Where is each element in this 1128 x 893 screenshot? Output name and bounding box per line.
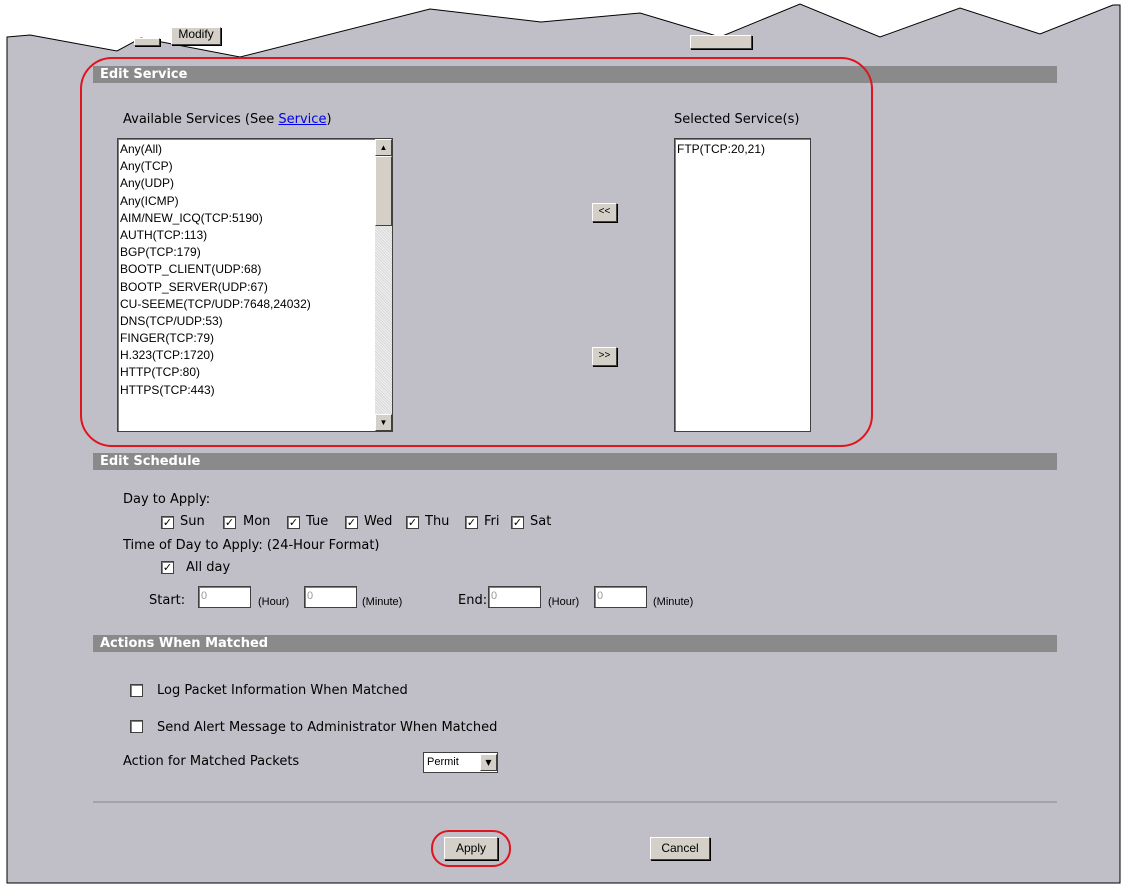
end-hour-input[interactable]: 0 — [488, 586, 541, 608]
action-matched-label: Action for Matched Packets — [123, 754, 300, 769]
send-alert-label: Send Alert Message to Administrator When… — [157, 720, 498, 735]
day-label-sun: Sun — [180, 514, 205, 529]
end-minute-input[interactable]: 0 — [594, 586, 647, 608]
day-checkbox-tue[interactable]: ✓ — [287, 516, 300, 529]
start-label: Start: — [149, 593, 186, 608]
day-checkbox-wed[interactable]: ✓ — [345, 516, 358, 529]
day-checkbox-sat[interactable]: ✓ — [511, 516, 524, 529]
chevron-down-icon[interactable]: ▼ — [480, 754, 497, 771]
day-to-apply-label: Day to Apply: — [123, 492, 211, 507]
day-label-wed: Wed — [364, 514, 393, 529]
end-label: End: — [458, 593, 488, 608]
action-select[interactable]: Permit ▼ — [423, 752, 498, 773]
day-label-sat: Sat — [530, 514, 552, 529]
actions-header: Actions When Matched — [93, 635, 1057, 652]
day-label-fri: Fri — [484, 514, 500, 529]
day-checkbox-thu[interactable]: ✓ — [406, 516, 419, 529]
end-minute-unit: (Minute) — [653, 596, 694, 608]
day-label-tue: Tue — [306, 514, 329, 529]
day-checkbox-fri[interactable]: ✓ — [465, 516, 478, 529]
all-day-label: All day — [186, 560, 231, 575]
apply-highlight — [431, 830, 511, 867]
all-day-checkbox[interactable]: ✓ — [161, 561, 174, 574]
end-hour-unit: (Hour) — [548, 596, 580, 608]
edit-schedule-header: Edit Schedule — [93, 453, 1057, 470]
day-checkbox-sun[interactable]: ✓ — [161, 516, 174, 529]
modify-button[interactable]: Modify — [171, 27, 221, 45]
partial-left-button[interactable] — [134, 38, 160, 46]
log-packet-checkbox[interactable] — [130, 684, 143, 697]
log-packet-label: Log Packet Information When Matched — [157, 683, 408, 698]
edit-service-highlight — [80, 57, 873, 447]
start-minute-input[interactable]: 0 — [304, 586, 357, 608]
start-hour-unit: (Hour) — [258, 596, 290, 608]
time-of-day-label: Time of Day to Apply: (24-Hour Format) — [123, 538, 380, 553]
action-select-value: Permit — [427, 756, 459, 768]
day-label-thu: Thu — [425, 514, 450, 529]
start-minute-unit: (Minute) — [362, 596, 403, 608]
cancel-button[interactable]: Cancel — [650, 837, 710, 860]
day-label-mon: Mon — [243, 514, 271, 529]
day-checkbox-mon[interactable]: ✓ — [223, 516, 236, 529]
partial-button[interactable] — [690, 35, 752, 49]
send-alert-checkbox[interactable] — [130, 720, 143, 733]
start-hour-input[interactable]: 0 — [198, 586, 251, 608]
